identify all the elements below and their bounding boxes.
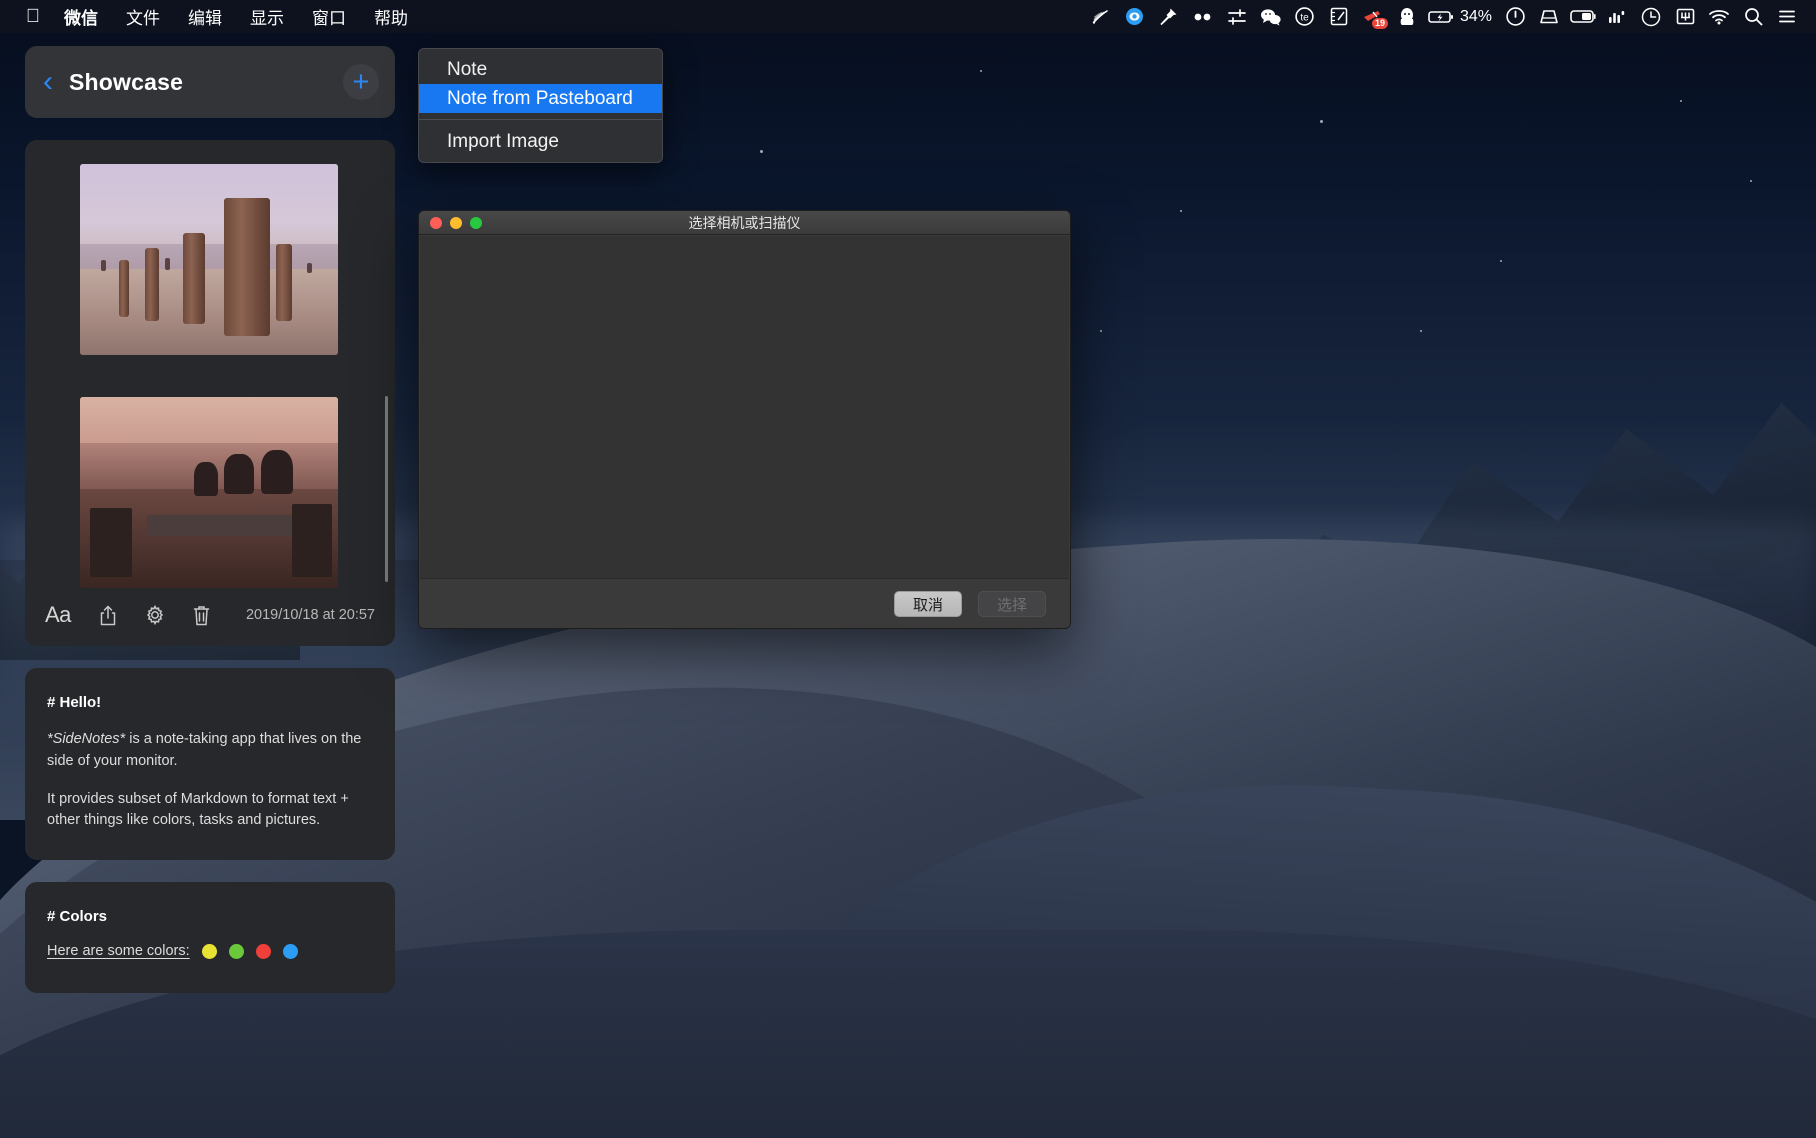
star [1100, 330, 1102, 332]
hello-paragraph-1: *SideNotes* is a note-taking app that li… [47, 729, 373, 773]
disk-icon[interactable] [1532, 0, 1566, 33]
photo1-sky [80, 164, 338, 248]
gear-icon[interactable] [145, 605, 165, 625]
battery-widget-icon[interactable] [1566, 0, 1600, 33]
colors-row: Here are some colors: [47, 943, 373, 959]
trash-icon[interactable] [193, 605, 210, 626]
colors-heading: # Colors [47, 908, 373, 925]
menu-window[interactable]: 窗口 [298, 4, 360, 29]
photo2-person [194, 462, 218, 496]
note-date: 2019/10/18 at 20:57 [246, 607, 375, 623]
power-circle-icon[interactable] [1498, 0, 1532, 33]
menu-wechat[interactable]: 微信 [50, 4, 112, 29]
cafe-terrace-sunset-photo[interactable] [80, 397, 338, 588]
photo1-post [145, 248, 159, 321]
star [1680, 100, 1682, 102]
swatch-blue [283, 944, 298, 959]
sidenotes-panel: ‹ Showcase + [25, 46, 395, 993]
chevron-left-icon[interactable]: ‹ [43, 67, 53, 97]
plus-icon: + [353, 68, 370, 96]
equalizer-icon[interactable] [1600, 0, 1634, 33]
beach-pier-posts-photo[interactable] [80, 164, 338, 355]
swatch-red [256, 944, 271, 959]
pin-icon[interactable] [1152, 0, 1186, 33]
battery-charging-icon[interactable] [1424, 0, 1458, 33]
menu-item-note[interactable]: Note [419, 55, 662, 84]
photo2-chair [90, 508, 132, 577]
menu-bar-left:  微信 文件 编辑 显示 窗口 帮助 [0, 4, 422, 29]
card-scrollbar[interactable] [385, 396, 388, 582]
photo2-sky [80, 397, 338, 447]
wifi-icon[interactable] [1702, 0, 1736, 33]
swatch-yellow [202, 944, 217, 959]
photo1-figure [101, 260, 106, 271]
te-circle-icon[interactable]: te [1288, 0, 1322, 33]
star [1320, 120, 1323, 123]
note-toolbar: Aa 2019/10/18 at 20:57 [25, 588, 395, 646]
add-note-dropdown-menu: Note Note from Pasteboard Import Image [418, 48, 663, 163]
menu-item-import-image[interactable]: Import Image [419, 127, 662, 156]
photo1-post [276, 244, 292, 320]
star [980, 70, 982, 72]
cancel-button[interactable]: 取消 [894, 591, 962, 617]
photo1-post [224, 198, 270, 336]
add-note-button[interactable]: + [343, 64, 379, 100]
star [1180, 210, 1182, 212]
page-title: Showcase [69, 69, 183, 96]
dialog-footer: 取消 选择 [419, 579, 1070, 629]
choose-button[interactable]: 选择 [978, 591, 1046, 617]
colors-label: Here are some colors: [47, 943, 190, 959]
sidenotes-italic-label: *SideNotes* [47, 731, 125, 747]
hello-note-card[interactable]: # Hello! *SideNotes* is a note-taking ap… [25, 668, 395, 860]
menu-item-note-from-pasteboard[interactable]: Note from Pasteboard [419, 84, 662, 113]
menu-file[interactable]: 文件 [112, 4, 174, 29]
photo2-chair [292, 504, 332, 577]
photo-note-card[interactable]: Aa 2019/10/18 at 20:57 [25, 140, 395, 646]
dialog-titlebar[interactable]: 选择相机或扫描仪 [419, 211, 1070, 235]
share-icon[interactable] [99, 605, 117, 626]
swatch-green [229, 944, 244, 959]
ruler-icon[interactable] [1322, 0, 1356, 33]
search-icon[interactable] [1736, 0, 1770, 33]
photo1-post [119, 260, 129, 317]
photo2-person [224, 454, 254, 494]
megaphone-icon[interactable]: 19 [1356, 0, 1390, 33]
star [1420, 330, 1422, 332]
menu-bar-status-area: te 19 34% [1084, 0, 1816, 33]
camera-scanner-dialog: 选择相机或扫描仪 取消 选择 [418, 210, 1071, 629]
colors-note-card[interactable]: # Colors Here are some colors: [25, 882, 395, 993]
font-size-button[interactable]: Aa [45, 602, 71, 628]
dialog-device-list[interactable] [420, 236, 1069, 579]
two-dots-icon[interactable] [1186, 0, 1220, 33]
dialog-title: 选择相机或扫描仪 [419, 213, 1070, 233]
menu-bar:  微信 文件 编辑 显示 窗口 帮助 te [0, 0, 1816, 33]
qq-penguin-icon[interactable] [1390, 0, 1424, 33]
wifi-signal-icon[interactable] [1084, 0, 1118, 33]
photo2-table [147, 515, 291, 536]
photo1-figure [307, 263, 312, 273]
apple-logo-icon[interactable]:  [16, 7, 50, 26]
sliders-icon[interactable] [1220, 0, 1254, 33]
star [1500, 260, 1502, 262]
sidenotes-header: ‹ Showcase + [25, 46, 395, 118]
weibo-eye-icon[interactable] [1118, 0, 1152, 33]
star [1750, 180, 1752, 182]
menu-edit[interactable]: 编辑 [174, 4, 236, 29]
svg-text:te: te [1301, 13, 1310, 24]
photo1-figure [165, 258, 170, 270]
menu-separator [419, 119, 662, 120]
photo1-post [183, 233, 205, 325]
menu-view[interactable]: 显示 [236, 4, 298, 29]
star [760, 150, 763, 153]
notification-badge: 19 [1372, 18, 1388, 29]
battery-percent-label: 34% [1458, 8, 1498, 26]
photo2-person [261, 450, 293, 494]
wechat-icon[interactable] [1254, 0, 1288, 33]
clock-icon[interactable] [1634, 0, 1668, 33]
hello-paragraph-2: It provides subset of Markdown to format… [47, 789, 373, 833]
hello-heading: # Hello! [47, 694, 373, 711]
control-center-icon[interactable] [1770, 0, 1804, 33]
menu-help[interactable]: 帮助 [360, 4, 422, 29]
keyboard-input-icon[interactable] [1668, 0, 1702, 33]
